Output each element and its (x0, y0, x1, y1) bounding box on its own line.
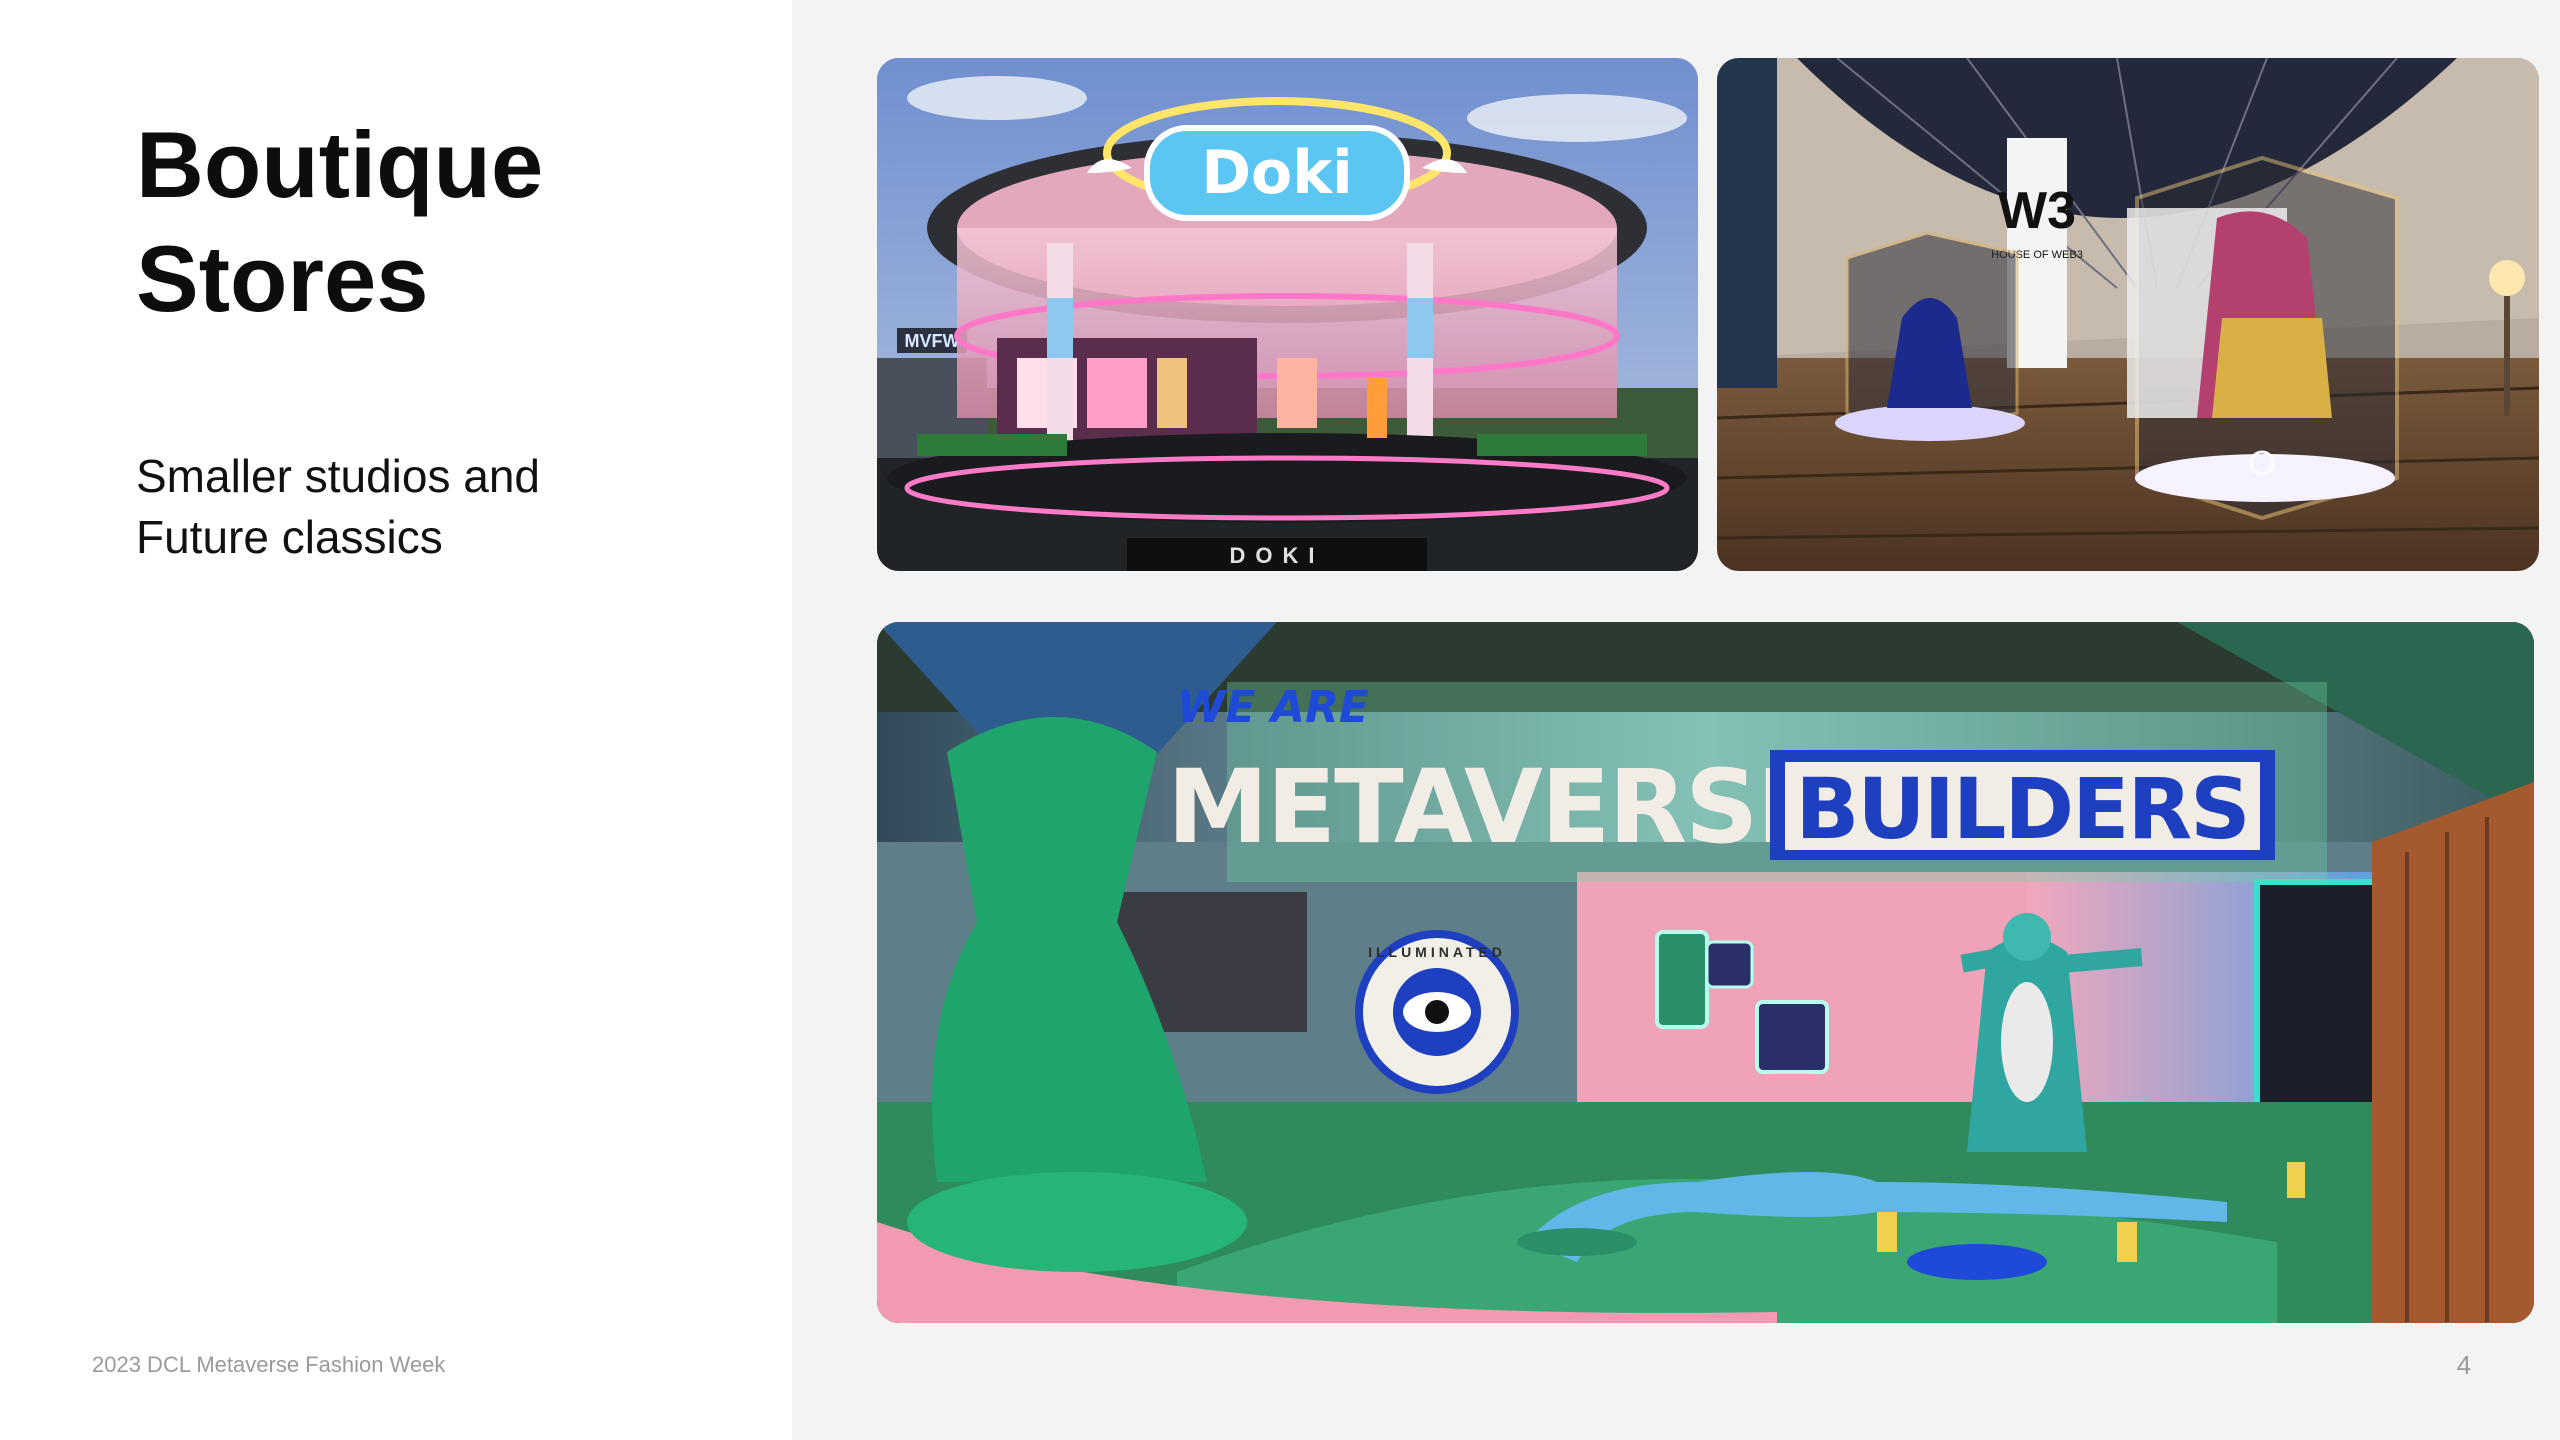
doki-store-illustration: MVFW Doki DOKI (877, 58, 1698, 571)
doki-store-image: MVFW Doki DOKI (877, 58, 1698, 571)
w3-banner-text: W3 (1998, 182, 2076, 240)
builders-builders-text: BUILDERS (1795, 760, 2248, 858)
doki-sign-text: Doki (1201, 138, 1353, 208)
builders-we-are-text: WE ARE (1177, 682, 1369, 733)
left-panel: Boutique Stores Smaller studios and Futu… (0, 0, 792, 1440)
metaverse-builders-illustration: WE ARE METAVERSE BUILDERS ILLUMINATED (877, 622, 2534, 1323)
w3-gallery-illustration: W3 HOUSE OF WEB3 (1717, 58, 2539, 571)
builders-badge-text: ILLUMINATED (1368, 944, 1506, 960)
w3-gallery-image: W3 HOUSE OF WEB3 (1717, 58, 2539, 571)
title-line-1: Boutique (136, 112, 544, 217)
slide-subtitle: Smaller studios and Future classics (136, 446, 736, 568)
page-number: 4 (2456, 1350, 2472, 1380)
doki-floor-sign: DOKI (1230, 543, 1325, 568)
subtitle-line-1: Smaller studios and (136, 450, 540, 502)
slide: Boutique Stores Smaller studios and Futu… (0, 0, 2560, 1440)
builders-metaverse-text: METAVERSE (1167, 748, 1824, 867)
metaverse-builders-image: WE ARE METAVERSE BUILDERS ILLUMINATED (877, 622, 2534, 1323)
footer-text: 2023 DCL Metaverse Fashion Week (92, 1352, 446, 1377)
subtitle-line-2: Future classics (136, 511, 443, 563)
slide-title: Boutique Stores (136, 108, 736, 336)
title-line-2: Stores (136, 226, 429, 331)
doki-side-sign-text: MVFW (905, 331, 960, 351)
